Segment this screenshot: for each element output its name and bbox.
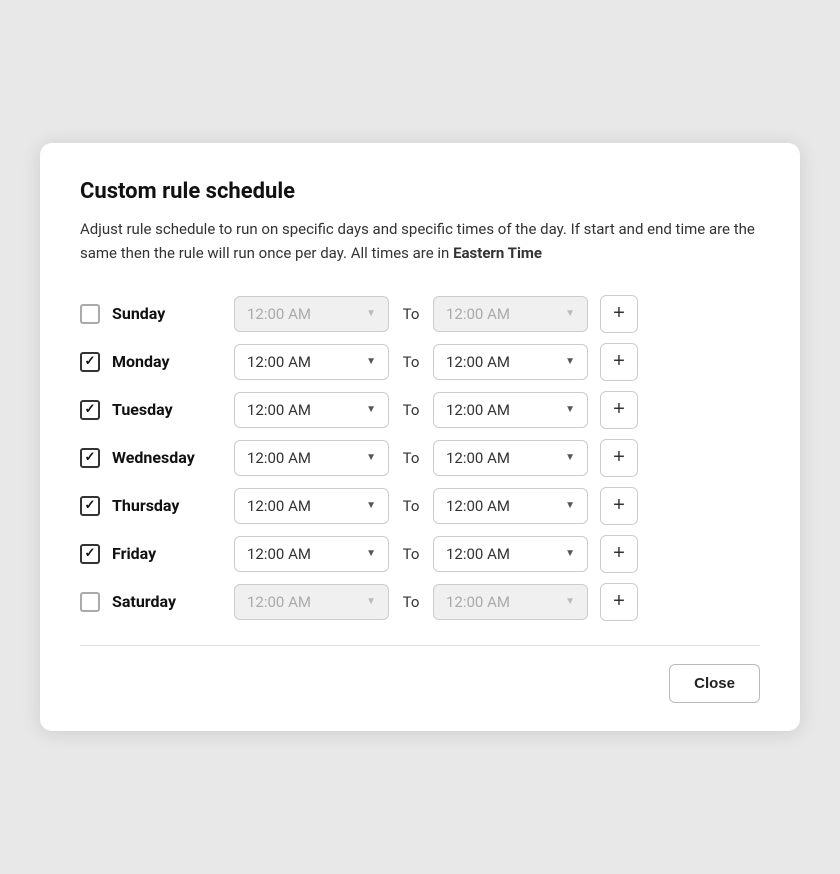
schedule-row-thursday: Thursday 12:00 AM▼ To 12:00 AM▼ +: [80, 487, 760, 525]
checkbox-tuesday[interactable]: [80, 400, 100, 420]
to-label-thursday: To: [401, 497, 421, 515]
schedule-row-friday: Friday 12:00 AM▼ To 12:00 AM▼ +: [80, 535, 760, 573]
to-label-tuesday: To: [401, 401, 421, 419]
schedule-row-saturday: Saturday 12:00 AM▼ To 12:00 AM▼ +: [80, 583, 760, 621]
schedule-row-sunday: Sunday 12:00 AM▼ To 12:00 AM▼ +: [80, 295, 760, 333]
description-text: Adjust rule schedule to run on specific …: [80, 220, 755, 261]
from-time-friday[interactable]: 12:00 AM▼: [234, 536, 389, 572]
add-time-button-sunday[interactable]: +: [600, 295, 638, 333]
add-time-button-tuesday[interactable]: +: [600, 391, 638, 429]
checkbox-wednesday[interactable]: [80, 448, 100, 468]
description-bold: Eastern Time: [453, 244, 542, 262]
to-time-monday[interactable]: 12:00 AM▼: [433, 344, 588, 380]
schedule-row-monday: Monday 12:00 AM▼ To 12:00 AM▼ +: [80, 343, 760, 381]
from-time-sunday: 12:00 AM▼: [234, 296, 389, 332]
to-time-wednesday[interactable]: 12:00 AM▼: [433, 440, 588, 476]
to-label-saturday: To: [401, 593, 421, 611]
checkbox-monday[interactable]: [80, 352, 100, 372]
checkbox-saturday[interactable]: [80, 592, 100, 612]
day-label-thursday: Thursday: [112, 496, 222, 515]
from-time-monday[interactable]: 12:00 AM▼: [234, 344, 389, 380]
to-label-wednesday: To: [401, 449, 421, 467]
schedule-row-tuesday: Tuesday 12:00 AM▼ To 12:00 AM▼ +: [80, 391, 760, 429]
day-label-sunday: Sunday: [112, 304, 222, 323]
modal-footer: Close: [80, 664, 760, 703]
schedule-row-wednesday: Wednesday 12:00 AM▼ To 12:00 AM▼ +: [80, 439, 760, 477]
from-time-wednesday[interactable]: 12:00 AM▼: [234, 440, 389, 476]
add-time-button-saturday[interactable]: +: [600, 583, 638, 621]
from-time-tuesday[interactable]: 12:00 AM▼: [234, 392, 389, 428]
divider: [80, 645, 760, 646]
day-label-friday: Friday: [112, 544, 222, 563]
from-time-thursday[interactable]: 12:00 AM▼: [234, 488, 389, 524]
modal-title: Custom rule schedule: [80, 179, 760, 204]
modal-description: Adjust rule schedule to run on specific …: [80, 218, 760, 265]
to-time-friday[interactable]: 12:00 AM▼: [433, 536, 588, 572]
to-label-friday: To: [401, 545, 421, 563]
add-time-button-wednesday[interactable]: +: [600, 439, 638, 477]
modal-container: Custom rule schedule Adjust rule schedul…: [40, 143, 800, 731]
checkbox-thursday[interactable]: [80, 496, 100, 516]
to-time-sunday: 12:00 AM▼: [433, 296, 588, 332]
checkbox-sunday[interactable]: [80, 304, 100, 324]
add-time-button-friday[interactable]: +: [600, 535, 638, 573]
day-label-saturday: Saturday: [112, 592, 222, 611]
day-label-wednesday: Wednesday: [112, 448, 222, 467]
add-time-button-monday[interactable]: +: [600, 343, 638, 381]
to-label-monday: To: [401, 353, 421, 371]
add-time-button-thursday[interactable]: +: [600, 487, 638, 525]
to-time-saturday: 12:00 AM▼: [433, 584, 588, 620]
to-time-thursday[interactable]: 12:00 AM▼: [433, 488, 588, 524]
day-label-tuesday: Tuesday: [112, 400, 222, 419]
close-button[interactable]: Close: [669, 664, 760, 703]
checkbox-friday[interactable]: [80, 544, 100, 564]
day-label-monday: Monday: [112, 352, 222, 371]
to-label-sunday: To: [401, 305, 421, 323]
schedule-rows: Sunday 12:00 AM▼ To 12:00 AM▼ + Monday 12:00 A…: [80, 295, 760, 621]
from-time-saturday: 12:00 AM▼: [234, 584, 389, 620]
to-time-tuesday[interactable]: 12:00 AM▼: [433, 392, 588, 428]
